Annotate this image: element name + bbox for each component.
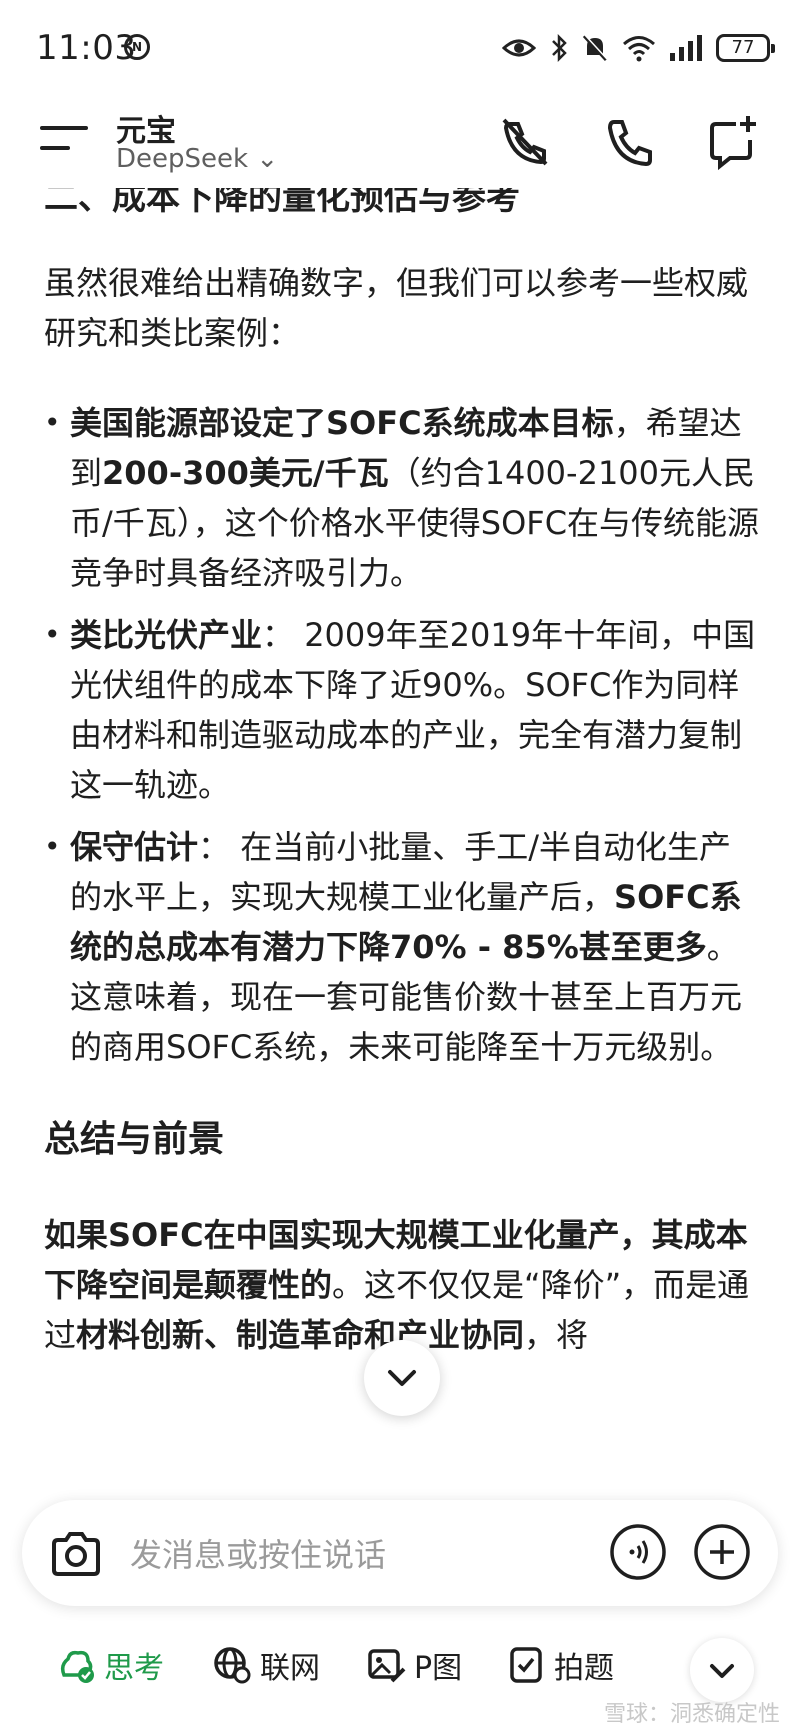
summary-bold: 材料创新、制造革命和产业协同 bbox=[76, 1316, 525, 1354]
list-item-bold: 类比光伏产业 bbox=[70, 616, 263, 654]
image-edit-tool[interactable]: P图 bbox=[366, 1640, 462, 1690]
wifi-icon bbox=[623, 36, 655, 62]
bluetooth-icon bbox=[552, 33, 567, 63]
chevron-down-icon bbox=[710, 1664, 734, 1678]
web-toggle[interactable]: 联网 bbox=[212, 1640, 320, 1690]
summary-text: ，将 bbox=[524, 1316, 589, 1354]
list-item: 类比光伏产业： 2009年至2019年十年间，中国光伏组件的成本下降了近90%。… bbox=[44, 610, 760, 810]
message-input-bar: 发消息或按住说话 bbox=[22, 1500, 778, 1606]
signal-icon bbox=[670, 35, 702, 61]
bottom-toolbar: 思考 联网 P图 拍题 雪球：洞悉确定性 bbox=[0, 1620, 800, 1727]
web-label: 联网 bbox=[260, 1651, 320, 1686]
voice-icon[interactable] bbox=[608, 1522, 668, 1582]
think-toggle[interactable]: 思考 bbox=[56, 1640, 164, 1690]
list-item-bold: 美国能源部设定了SOFC系统成本目标 bbox=[70, 404, 614, 442]
list-item: 保守估计： 在当前小批量、手工/半自动化生产的水平上，实现大规模工业化量产后，S… bbox=[44, 822, 760, 1072]
globe-icon bbox=[214, 1647, 251, 1684]
scroll-to-bottom-button[interactable] bbox=[364, 1340, 440, 1416]
phone-icon[interactable] bbox=[596, 110, 660, 174]
battery-icon: 77 bbox=[716, 34, 775, 62]
chat-content: 二、成本下降的量化预估与参考 虽然很难给出精确数字，但我们可以参考一些权威研究和… bbox=[0, 150, 800, 1480]
image-edit-label: P图 bbox=[414, 1651, 463, 1686]
status-time: 11:03 bbox=[36, 28, 137, 68]
camera-icon[interactable] bbox=[46, 1524, 106, 1584]
photo-question-tool[interactable]: 拍题 bbox=[506, 1640, 614, 1690]
model-selector[interactable]: DeepSeek ⌄ bbox=[116, 144, 278, 174]
think-icon bbox=[60, 1650, 94, 1683]
menu-icon[interactable] bbox=[40, 120, 88, 160]
plus-icon[interactable] bbox=[692, 1522, 752, 1582]
list-item-bold: 保守估计 bbox=[70, 828, 199, 866]
image-edit-icon bbox=[368, 1649, 406, 1683]
new-chat-icon[interactable] bbox=[700, 110, 764, 174]
think-label: 思考 bbox=[104, 1651, 164, 1686]
photo-question-label: 拍题 bbox=[554, 1651, 614, 1686]
photo-question-icon bbox=[510, 1647, 542, 1683]
mute-bell-icon bbox=[582, 34, 608, 62]
status-icons: 77 bbox=[502, 30, 775, 66]
message-input[interactable]: 发消息或按住说话 bbox=[130, 1530, 386, 1576]
app-header: 元宝 DeepSeek ⌄ bbox=[0, 96, 800, 188]
phone-muted-icon[interactable] bbox=[492, 110, 556, 174]
summary-paragraph: 如果SOFC在中国实现大规模工业化量产，其成本下降空间是颠覆性的。这不仅仅是“降… bbox=[44, 1210, 764, 1360]
intro-paragraph: 虽然很难给出精确数字，但我们可以参考一些权威研究和类比案例： bbox=[44, 264, 749, 352]
section-title: 总结与前景 bbox=[44, 1119, 225, 1160]
list-item-bold: 200-300美元/千瓦 bbox=[102, 454, 389, 492]
status-bar: 11:03 N 77 bbox=[0, 0, 800, 96]
notification-badge-icon: N bbox=[124, 34, 150, 60]
collapse-toolbar-button[interactable] bbox=[690, 1638, 754, 1702]
watermark: 雪球：洞悉确定性 bbox=[603, 1702, 780, 1727]
chevron-down-icon bbox=[388, 1370, 416, 1386]
list-item: 美国能源部设定了SOFC系统成本目标，希望达到200-300美元/千瓦（约合14… bbox=[44, 398, 760, 598]
eye-icon bbox=[502, 39, 536, 57]
